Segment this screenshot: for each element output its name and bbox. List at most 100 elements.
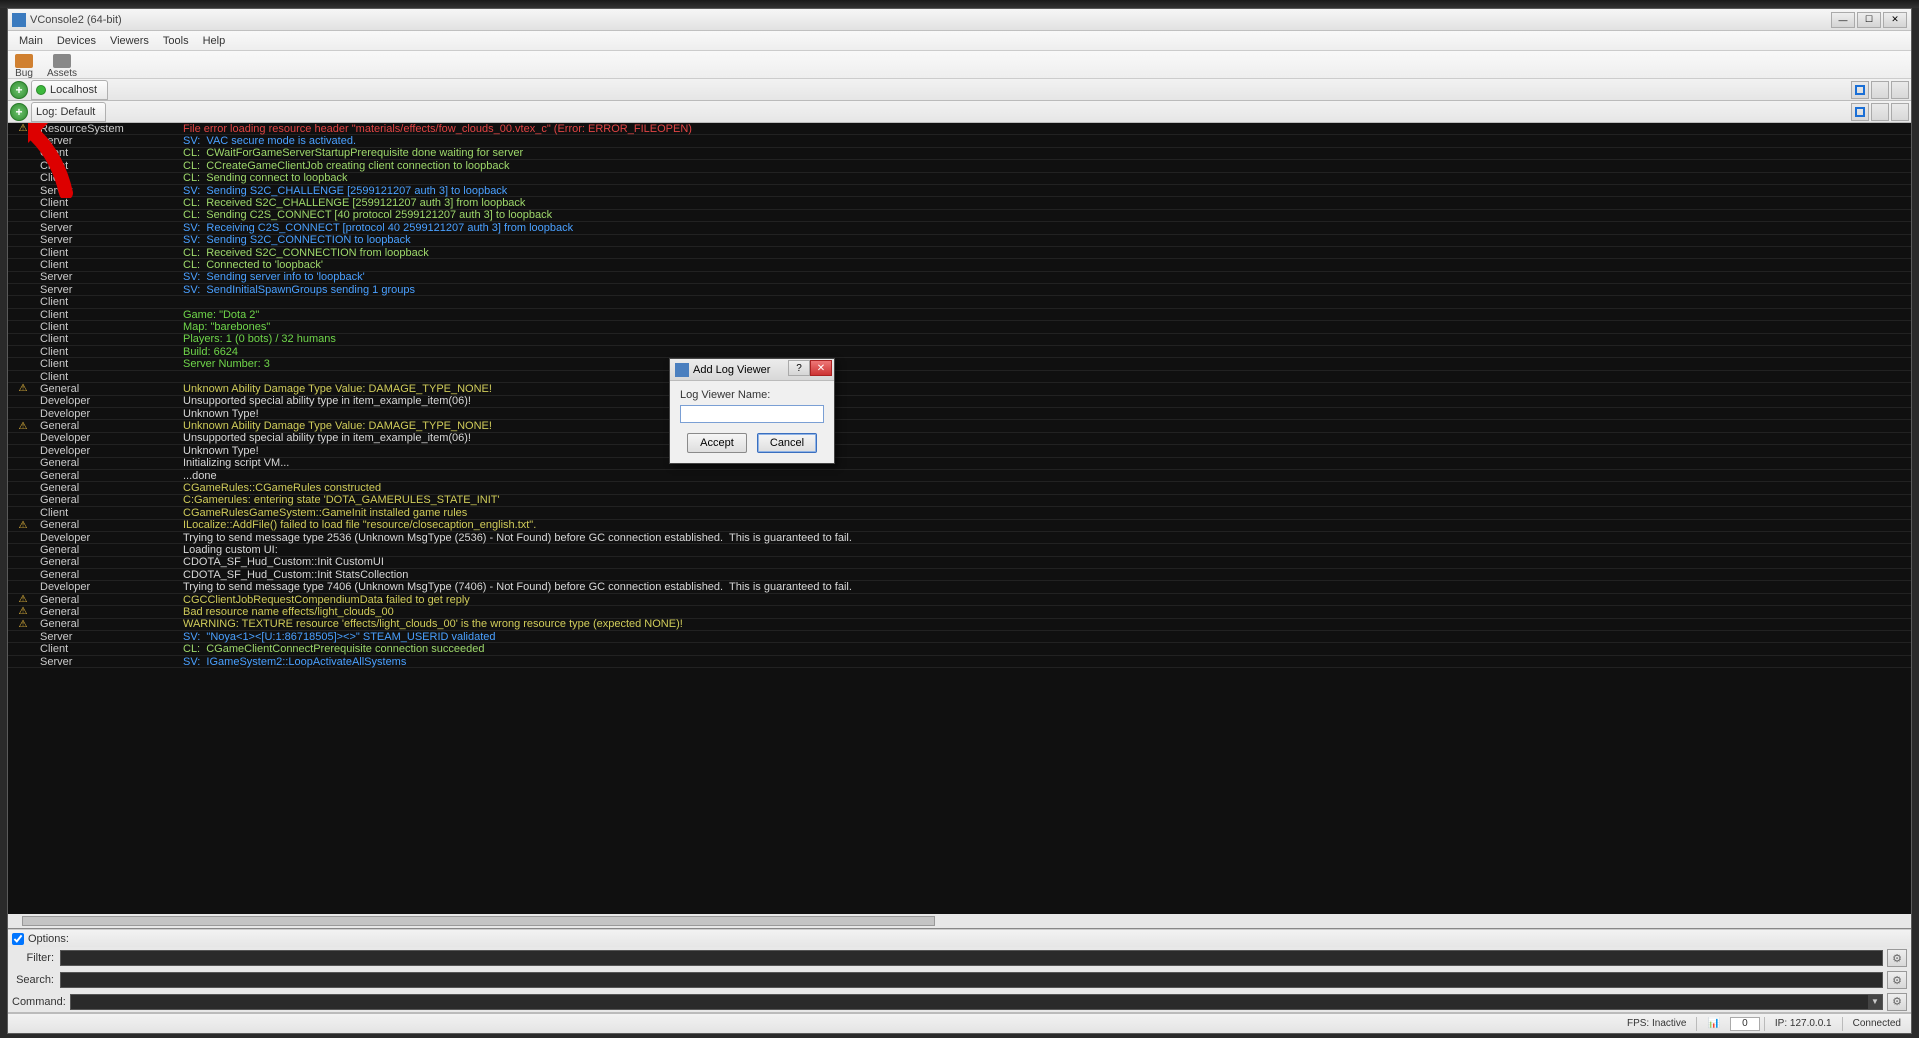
log-layout-single-button[interactable] xyxy=(1851,103,1869,121)
log-row[interactable]: DeveloperUnsupported special ability typ… xyxy=(8,433,1911,445)
menu-main[interactable]: Main xyxy=(12,33,50,49)
dialog-help-button[interactable]: ? xyxy=(788,360,810,376)
bug-button[interactable]: Bug xyxy=(12,53,36,80)
log-message: Game: "Dota 2" xyxy=(183,309,1911,321)
log-row[interactable]: ClientCL: Sending connect to loopback xyxy=(8,173,1911,185)
log-row[interactable]: ⚠ResourceSystemFile error loading resour… xyxy=(8,123,1911,135)
command-settings-button[interactable]: ⚙ xyxy=(1887,993,1907,1011)
log-row[interactable]: ServerSV: Sending S2C_CHALLENGE [2599121… xyxy=(8,185,1911,197)
titlebar[interactable]: VConsole2 (64-bit) — ☐ ✕ xyxy=(8,9,1911,31)
log-rows[interactable]: ⚠ResourceSystemFile error loading resour… xyxy=(8,123,1911,914)
menu-help[interactable]: Help xyxy=(196,33,233,49)
log-row[interactable]: ClientCL: Received S2C_CHALLENGE [259912… xyxy=(8,197,1911,209)
log-row[interactable]: DeveloperTrying to send message type 740… xyxy=(8,581,1911,593)
log-row[interactable]: ClientMap: "barebones" xyxy=(8,321,1911,333)
layout-single-button[interactable] xyxy=(1851,81,1869,99)
log-row[interactable]: ServerSV: VAC secure mode is activated. xyxy=(8,135,1911,147)
log-row[interactable]: ServerSV: Sending server info to 'loopba… xyxy=(8,272,1911,284)
log-row[interactable]: GeneralC:Gamerules: entering state 'DOTA… xyxy=(8,495,1911,507)
log-layout-split-v-button[interactable] xyxy=(1891,103,1909,121)
log-tab[interactable]: Log: Default xyxy=(31,102,106,122)
log-source: Developer xyxy=(38,408,183,420)
log-row[interactable]: GeneralCDOTA_SF_Hud_Custom::Init StatsCo… xyxy=(8,569,1911,581)
log-row[interactable]: DeveloperTrying to send message type 253… xyxy=(8,532,1911,544)
log-source: Client xyxy=(38,209,183,221)
log-viewer-name-input[interactable] xyxy=(680,405,824,423)
log-row[interactable]: GeneralCGameRules::CGameRules constructe… xyxy=(8,482,1911,494)
log-message: CL: CCreateGameClientJob creating client… xyxy=(183,160,1911,172)
layout-split-h-button[interactable] xyxy=(1871,81,1889,99)
status-spin[interactable]: 0 xyxy=(1730,1017,1760,1031)
log-source: Client xyxy=(38,643,183,655)
dialog-close-button[interactable]: ✕ xyxy=(810,360,832,376)
log-row[interactable]: ⚠GeneralCGCClientJobRequestCompendiumDat… xyxy=(8,594,1911,606)
dialog-titlebar[interactable]: Add Log Viewer ? ✕ xyxy=(670,359,834,381)
log-row[interactable]: ⚠GeneralWARNING: TEXTURE resource 'effec… xyxy=(8,619,1911,631)
filter-row: Filter: ⚙ xyxy=(8,947,1911,969)
log-row[interactable]: ClientCL: Connected to 'loopback' xyxy=(8,259,1911,271)
filter-label: Filter: xyxy=(12,952,56,964)
log-message: CL: Received S2C_CHALLENGE [2599121207 a… xyxy=(183,197,1911,209)
warning-icon: ⚠ xyxy=(8,421,38,432)
log-row[interactable]: ServerSV: Sending S2C_CONNECTION to loop… xyxy=(8,235,1911,247)
log-source: Server xyxy=(38,656,183,668)
add-log-viewer-button[interactable]: + xyxy=(10,103,28,121)
log-row[interactable]: ClientCL: Sending C2S_CONNECT [40 protoc… xyxy=(8,210,1911,222)
log-row[interactable]: ClientCL: CCreateGameClientJob creating … xyxy=(8,160,1911,172)
log-row[interactable]: ServerSV: Receiving C2S_CONNECT [protoco… xyxy=(8,222,1911,234)
log-area: ⚠ResourceSystemFile error loading resour… xyxy=(8,123,1911,929)
log-row[interactable]: ClientPlayers: 1 (0 bots) / 32 humans xyxy=(8,334,1911,346)
menu-viewers[interactable]: Viewers xyxy=(103,33,156,49)
log-row[interactable]: ClientCL: CWaitForGameServerStartupPrere… xyxy=(8,148,1911,160)
log-row[interactable]: GeneralCDOTA_SF_Hud_Custom::Init CustomU… xyxy=(8,557,1911,569)
log-row[interactable]: DeveloperUnsupported special ability typ… xyxy=(8,396,1911,408)
warning-icon: ⚠ xyxy=(8,383,38,394)
log-tabstrip: + Log: Default xyxy=(8,101,1911,123)
log-row[interactable]: ⚠GeneralUnknown Ability Damage Type Valu… xyxy=(8,420,1911,432)
filter-input[interactable] xyxy=(60,950,1883,966)
log-row[interactable]: DeveloperUnknown Type! xyxy=(8,445,1911,457)
search-settings-button[interactable]: ⚙ xyxy=(1887,971,1907,989)
log-row[interactable]: ServerSV: "Noya<1><[U:1:86718505]><>" ST… xyxy=(8,631,1911,643)
layout-split-v-button[interactable] xyxy=(1891,81,1909,99)
connection-tab[interactable]: Localhost xyxy=(31,80,108,100)
command-input[interactable]: ▼ xyxy=(70,994,1883,1010)
search-input[interactable] xyxy=(60,972,1883,988)
menu-devices[interactable]: Devices xyxy=(50,33,103,49)
log-row[interactable]: ClientCL: CGameClientConnectPrerequisite… xyxy=(8,643,1911,655)
log-row[interactable]: ⚠GeneralBad resource name effects/light_… xyxy=(8,606,1911,618)
log-row[interactable]: ClientServer Number: 3 xyxy=(8,358,1911,370)
log-row[interactable]: ClientBuild: 6624 xyxy=(8,346,1911,358)
filter-settings-button[interactable]: ⚙ xyxy=(1887,949,1907,967)
log-row[interactable]: ServerSV: IGameSystem2::LoopActivateAllS… xyxy=(8,656,1911,668)
log-row[interactable]: GeneralLoading custom UI: xyxy=(8,544,1911,556)
log-row[interactable]: ClientCL: Received S2C_CONNECTION from l… xyxy=(8,247,1911,259)
log-row[interactable]: ServerSV: SendInitialSpawnGroups sending… xyxy=(8,284,1911,296)
cancel-button[interactable]: Cancel xyxy=(757,433,817,453)
options-checkbox[interactable] xyxy=(12,933,24,945)
log-row[interactable]: Client xyxy=(8,296,1911,308)
minimize-button[interactable]: — xyxy=(1831,12,1855,28)
log-row[interactable]: ⚠GeneralUnknown Ability Damage Type Valu… xyxy=(8,383,1911,395)
add-connection-button[interactable]: + xyxy=(10,81,28,99)
assets-button[interactable]: Assets xyxy=(44,53,80,80)
close-button[interactable]: ✕ xyxy=(1883,12,1907,28)
menu-tools[interactable]: Tools xyxy=(156,33,196,49)
log-message: File error loading resource header "mate… xyxy=(183,123,1911,135)
log-row[interactable]: ⚠GeneralILocalize::AddFile() failed to l… xyxy=(8,520,1911,532)
log-row[interactable]: Client xyxy=(8,371,1911,383)
log-row[interactable]: ClientGame: "Dota 2" xyxy=(8,309,1911,321)
command-dropdown-icon[interactable]: ▼ xyxy=(1868,995,1882,1009)
log-layout-split-h-button[interactable] xyxy=(1871,103,1889,121)
status-ip: IP: 127.0.0.1 xyxy=(1769,1018,1838,1029)
log-row[interactable]: GeneralInitializing script VM... xyxy=(8,458,1911,470)
maximize-button[interactable]: ☐ xyxy=(1857,12,1881,28)
log-row[interactable]: DeveloperUnknown Type! xyxy=(8,408,1911,420)
log-source: Developer xyxy=(38,432,183,444)
accept-button[interactable]: Accept xyxy=(687,433,747,453)
log-source: Client xyxy=(38,309,183,321)
log-row[interactable]: General...done xyxy=(8,470,1911,482)
log-source: General xyxy=(38,420,183,432)
horizontal-scrollbar[interactable] xyxy=(8,914,1911,928)
log-row[interactable]: ClientCGameRulesGameSystem::GameInit ins… xyxy=(8,507,1911,519)
